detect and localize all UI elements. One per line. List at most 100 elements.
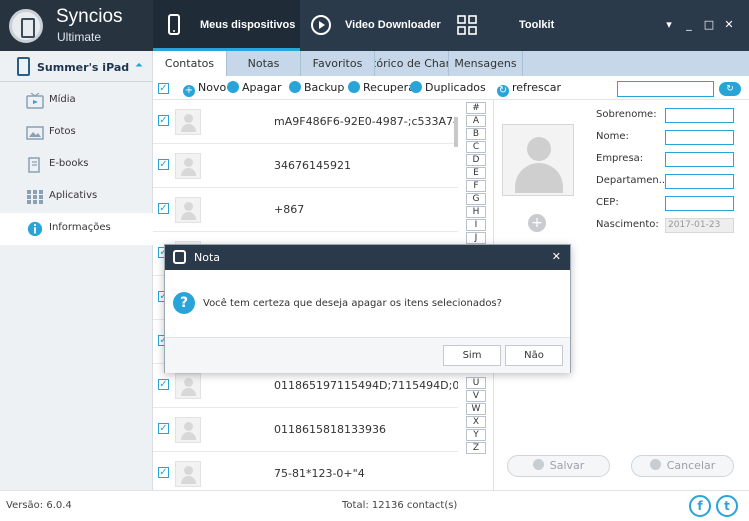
row-checkbox[interactable]: ✓ xyxy=(158,467,169,478)
tab-favorites[interactable]: Favoritos xyxy=(301,51,375,76)
alpha-index-item[interactable]: X xyxy=(466,416,486,428)
alpha-index-item[interactable]: H xyxy=(466,206,486,218)
contact-name: 0118615818133936 xyxy=(274,423,386,436)
alpha-index-item[interactable]: E xyxy=(466,167,486,179)
dialog-title: Nota xyxy=(194,251,221,264)
tab-call-history[interactable]: Histórico de Chamadas xyxy=(375,51,449,76)
field-label: Sobrenome: xyxy=(596,109,657,120)
version-text: Versão: 6.0.4 xyxy=(6,500,72,511)
list-item[interactable]: ✓ mA9F486F6-92E0-4987-;c533A74C0... xyxy=(153,100,458,144)
alpha-index-item[interactable]: # xyxy=(466,102,486,114)
sidebar-item-info[interactable]: Informações xyxy=(0,213,153,245)
sidebar-item-media[interactable]: Mídia xyxy=(0,85,153,117)
sidebar-item-label: Fotos xyxy=(49,126,76,137)
tab-messages[interactable]: Mensagens xyxy=(449,51,523,76)
device-header[interactable]: Summer's iPad ⏶ xyxy=(0,52,153,82)
refresh-icon: ↻ xyxy=(497,85,509,97)
company-field[interactable] xyxy=(665,152,734,167)
row-checkbox[interactable]: ✓ xyxy=(158,423,169,434)
alpha-index-item[interactable]: I xyxy=(466,219,486,231)
search-input[interactable] xyxy=(617,81,714,97)
facebook-icon[interactable]: f xyxy=(689,495,711,517)
photo-icon xyxy=(26,126,44,140)
list-item[interactable]: ✓ 34676145921 xyxy=(153,144,458,188)
nav-tab-toolkit[interactable]: Toolkit xyxy=(450,0,600,51)
list-item[interactable]: ✓ +867 xyxy=(153,188,458,232)
field-label: Nome: xyxy=(596,131,629,142)
scrollbar-thumb[interactable] xyxy=(454,117,458,147)
dialog-header: Nota ✕ xyxy=(165,245,570,270)
cancel-label: Cancelar xyxy=(666,459,716,472)
cancel-button[interactable]: Cancelar xyxy=(631,455,734,477)
zip-field[interactable] xyxy=(665,196,734,211)
contact-name: 011865197115494D;7115494D;008... xyxy=(274,379,458,392)
avatar xyxy=(175,109,201,135)
row-checkbox[interactable]: ✓ xyxy=(158,203,169,214)
search-button[interactable]: ↻ xyxy=(719,82,741,96)
name-field[interactable] xyxy=(665,130,734,145)
nav-tab-my-devices[interactable]: Meus dispositivos xyxy=(153,0,300,51)
backup-icon xyxy=(289,81,301,93)
avatar xyxy=(175,153,201,179)
maximize-button[interactable]: □ xyxy=(699,18,719,31)
dialog-close-button[interactable]: ✕ xyxy=(552,250,561,263)
minimize-button[interactable]: _ xyxy=(679,18,699,31)
yes-button[interactable]: Sim xyxy=(443,345,501,366)
tab-notes[interactable]: Notas xyxy=(227,51,301,76)
refresh-label: refrescar xyxy=(512,81,562,94)
tab-contacts[interactable]: Contatos xyxy=(153,51,227,76)
select-all-checkbox[interactable]: ✓ xyxy=(158,81,169,94)
list-item[interactable]: ✓ 0118615818133936 xyxy=(153,408,458,452)
close-button[interactable]: ✕ xyxy=(719,18,739,31)
row-checkbox[interactable]: ✓ xyxy=(158,379,169,390)
row-checkbox[interactable]: ✓ xyxy=(158,115,169,126)
alpha-index-item[interactable]: G xyxy=(466,193,486,205)
alpha-index-item[interactable]: U xyxy=(466,377,486,389)
add-photo-icon[interactable]: + xyxy=(528,214,546,232)
field-label: Departamen... xyxy=(596,175,669,186)
save-button[interactable]: Salvar xyxy=(507,455,610,477)
content-tabs: Contatos Notas Favoritos Histórico de Ch… xyxy=(153,51,749,76)
avatar xyxy=(175,197,201,223)
contact-name: 75-81*123-0+"4 xyxy=(274,467,365,480)
nav-tab-video-downloader[interactable]: Video Downloader xyxy=(300,0,450,51)
alpha-index-item[interactable]: W xyxy=(466,403,486,415)
alpha-index-item[interactable]: F xyxy=(466,180,486,192)
save-label: Salvar xyxy=(549,459,585,472)
field-label: Empresa: xyxy=(596,153,644,164)
restore-button[interactable]: Recupera xyxy=(348,81,415,94)
contact-photo xyxy=(502,124,574,196)
surname-field[interactable] xyxy=(665,108,734,123)
app-subtitle: Ultimate xyxy=(57,30,102,44)
sidebar-item-apps[interactable]: Aplicativs xyxy=(0,181,153,213)
no-button[interactable]: Não xyxy=(505,345,563,366)
avatar xyxy=(175,461,201,487)
sidebar-item-label: Mídia xyxy=(49,94,76,105)
department-field[interactable] xyxy=(665,174,734,189)
sidebar-item-photos[interactable]: Fotos xyxy=(0,117,153,149)
contact-name: mA9F486F6-92E0-4987-;c533A74C0... xyxy=(274,115,458,128)
backup-button[interactable]: Backup xyxy=(289,81,344,94)
alpha-index-item[interactable]: C xyxy=(466,141,486,153)
list-item[interactable]: ✓ 75-81*123-0+"4 xyxy=(153,452,458,490)
duplicates-icon xyxy=(410,81,422,93)
delete-button[interactable]: Apagar xyxy=(227,81,282,94)
delete-label: Apagar xyxy=(242,81,282,94)
confirm-dialog: Nota ✕ ? Você tem certeza que deseja apa… xyxy=(164,244,571,373)
alpha-index-item[interactable]: A xyxy=(466,115,486,127)
alpha-index-item[interactable]: Z xyxy=(466,442,486,454)
alpha-index-item[interactable]: V xyxy=(466,390,486,402)
refresh-button[interactable]: ↻ refrescar xyxy=(497,81,561,97)
twitter-icon[interactable]: t xyxy=(716,495,738,517)
duplicates-button[interactable]: Duplicados xyxy=(410,81,486,94)
alpha-index-item[interactable]: D xyxy=(466,154,486,166)
apps-icon xyxy=(27,190,43,204)
collapse-icon[interactable]: ⏶ xyxy=(135,60,143,71)
new-button[interactable]: + Novo xyxy=(183,81,226,97)
alpha-index-item[interactable]: Y xyxy=(466,429,486,441)
row-checkbox[interactable]: ✓ xyxy=(158,159,169,170)
alpha-index-item[interactable]: J xyxy=(466,232,486,244)
sidebar-item-ebooks[interactable]: E-books xyxy=(0,149,153,181)
alpha-index-item[interactable]: B xyxy=(466,128,486,140)
menu-button[interactable]: ▾ xyxy=(659,18,679,31)
